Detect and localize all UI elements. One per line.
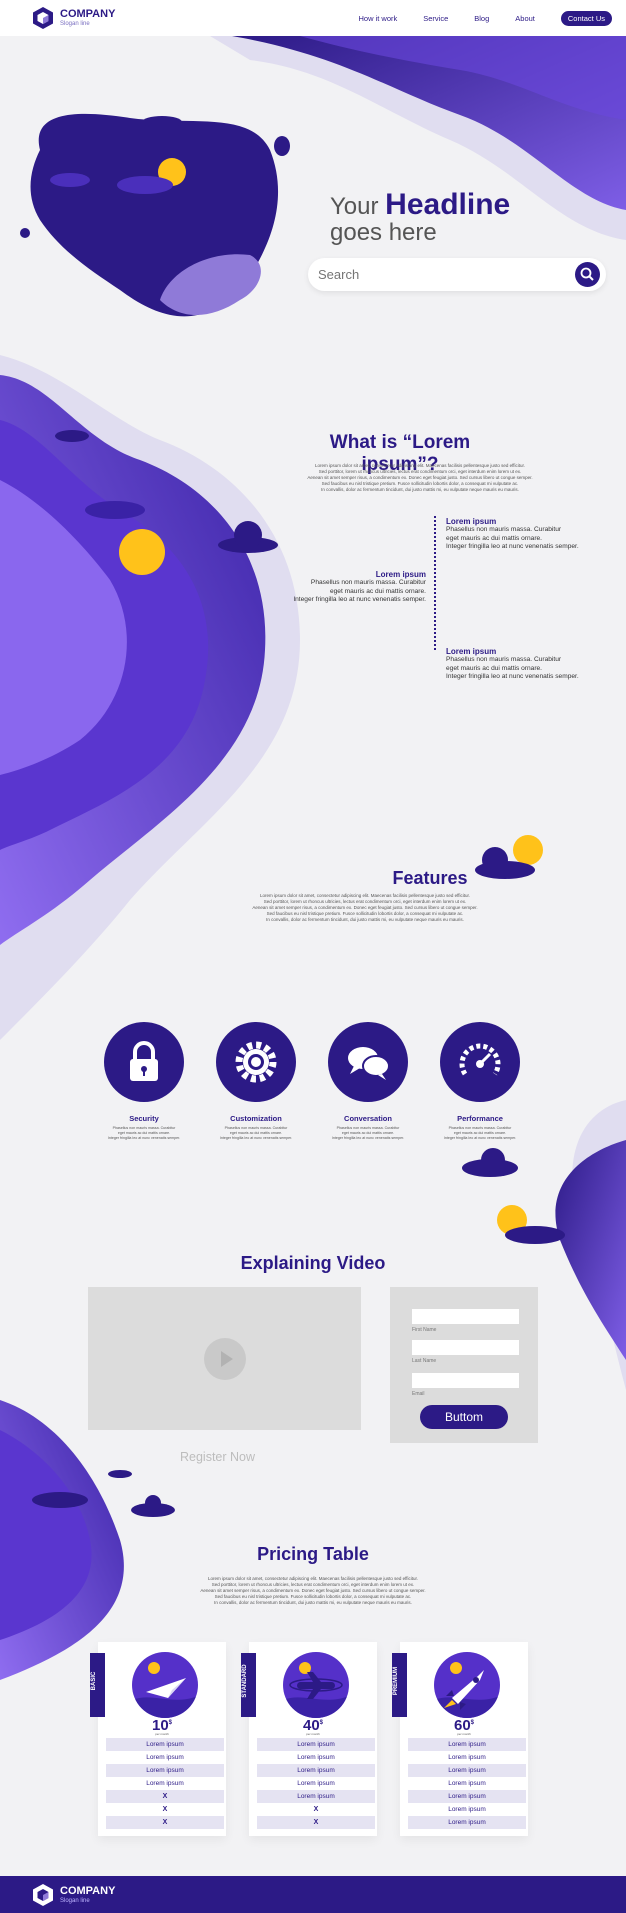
- plan-illustration: [434, 1652, 500, 1718]
- feature-conversation[interactable]: Conversation Phasellus non mauris massa.…: [313, 1022, 423, 1140]
- timeline-item: Lorem ipsum Phasellus non mauris massa. …: [446, 517, 579, 550]
- timeline-line: [434, 516, 436, 650]
- features-title: Features: [392, 868, 468, 888]
- about-paragraph: Lorem ipsum dolor sit amet, consectetur …: [307, 463, 533, 492]
- plan-illustration: [283, 1652, 349, 1718]
- pricing-card-basic[interactable]: BASIC 10$ per month Lorem ipsum Lorem ip…: [90, 1642, 226, 1836]
- plan-feature-row: Lorem ipsum: [146, 1754, 184, 1761]
- last-name-input[interactable]: [412, 1340, 519, 1355]
- hero-headline: Your Headline goes here: [330, 190, 510, 245]
- company-name: COMPANY: [60, 8, 116, 20]
- plan-feature-row: Lorem ipsum: [297, 1754, 335, 1761]
- search-button[interactable]: [575, 262, 600, 287]
- plan-feature-row: Lorem ipsum: [146, 1780, 184, 1787]
- footer-logo[interactable]: COMPANY Slogan line: [32, 1883, 115, 1907]
- main-nav: How it work Service Blog About Contact U…: [358, 11, 612, 26]
- nav-service[interactable]: Service: [423, 14, 448, 23]
- plan-feature-row: Lorem ipsum: [408, 1764, 526, 1777]
- email-input[interactable]: [412, 1373, 519, 1388]
- rocket-icon: [434, 1662, 500, 1718]
- footer: COMPANY Slogan line: [0, 1876, 626, 1913]
- email-label: Email: [412, 1391, 425, 1397]
- features-paragraph: Lorem ipsum dolor sit amet, consectetur …: [252, 893, 478, 922]
- plan-feature-row: Lorem ipsum: [448, 1780, 486, 1787]
- footer-slogan: Slogan line: [60, 1898, 90, 1904]
- plan-feature-row: X: [313, 1806, 319, 1813]
- feature-customization[interactable]: Customization Phasellus non mauris massa…: [201, 1022, 311, 1140]
- register-form: First Name Last Name Email Buttom: [390, 1287, 538, 1443]
- contact-us-button[interactable]: Contact Us: [560, 11, 612, 26]
- lock-icon: [130, 1041, 158, 1081]
- plan-feature-row: X: [106, 1790, 224, 1803]
- headline-pre: Your: [330, 193, 379, 220]
- plan-feature-row: Lorem ipsum: [448, 1754, 486, 1761]
- play-button[interactable]: [204, 1338, 246, 1380]
- nav-how-it-work[interactable]: How it work: [358, 14, 397, 23]
- pricing-card-standard[interactable]: STANDARD 40$ per month Lorem ipsum Lorem…: [241, 1642, 377, 1836]
- plan-feature-row: Lorem ipsum: [297, 1780, 335, 1787]
- company-logo[interactable]: COMPANY Slogan line: [32, 6, 115, 30]
- plan-feature-row: X: [106, 1816, 224, 1829]
- speedometer-icon: [459, 1043, 501, 1076]
- register-now-link[interactable]: Register Now: [180, 1450, 255, 1464]
- video-player[interactable]: [88, 1287, 361, 1430]
- plan-feature-row: Lorem ipsum: [257, 1738, 375, 1751]
- pricing-paragraph: Lorem ipsum dolor sit amet, consectetur …: [200, 1576, 426, 1605]
- top-header: COMPANY Slogan line How it work Service …: [0, 0, 626, 36]
- plan-feature-row: Lorem ipsum: [408, 1816, 526, 1829]
- pricing-card-premium[interactable]: PREMIUM 60$ per month Lorem ipsum Lorem …: [392, 1642, 528, 1836]
- plan-feature-row: X: [257, 1816, 375, 1829]
- cube-logo-icon: [33, 1884, 53, 1906]
- search-icon: [580, 267, 594, 281]
- plan-feature-row: Lorem ipsum: [448, 1806, 486, 1813]
- video-title: Explaining Video: [240, 1253, 386, 1273]
- nav-blog[interactable]: Blog: [474, 14, 489, 23]
- play-icon: [221, 1351, 233, 1367]
- timeline-item: Lorem ipsum Phasellus non mauris massa. …: [293, 570, 426, 603]
- nav-about[interactable]: About: [515, 14, 535, 23]
- plan-feature-row: Lorem ipsum: [106, 1764, 224, 1777]
- plan-feature-row: Lorem ipsum: [257, 1790, 375, 1803]
- pricing-title: Pricing Table: [257, 1544, 369, 1564]
- form-submit-button[interactable]: Buttom: [420, 1405, 508, 1429]
- cube-logo-icon: [33, 7, 53, 29]
- feature-performance[interactable]: Performance Phasellus non mauris massa. …: [425, 1022, 535, 1140]
- airplane-icon: [283, 1662, 349, 1718]
- feature-security[interactable]: Security Phasellus non mauris massa. Cur…: [89, 1022, 199, 1140]
- headline-bold: Headline: [385, 188, 511, 221]
- chat-bubbles-icon: [348, 1047, 390, 1080]
- last-name-label: Last Name: [412, 1358, 437, 1364]
- plan-ribbon: BASIC: [90, 1653, 105, 1717]
- plan-feature-row: Lorem ipsum: [257, 1764, 375, 1777]
- plan-ribbon: STANDARD: [241, 1653, 256, 1717]
- search-input[interactable]: [318, 264, 558, 284]
- first-name-label: First Name: [412, 1327, 437, 1333]
- plan-illustration: [132, 1652, 198, 1718]
- plan-feature-row: Lorem ipsum: [106, 1738, 224, 1751]
- timeline-item: Lorem ipsum Phasellus non mauris massa. …: [446, 647, 579, 680]
- footer-company-name: COMPANY: [60, 1885, 116, 1897]
- plan-ribbon: PREMIUM: [392, 1653, 407, 1717]
- plan-feature-row: X: [162, 1806, 168, 1813]
- company-slogan: Slogan line: [60, 21, 90, 27]
- plan-feature-row: Lorem ipsum: [408, 1738, 526, 1751]
- search-bar: [308, 258, 606, 291]
- gear-icon: [235, 1041, 277, 1083]
- first-name-input[interactable]: [412, 1309, 519, 1324]
- paper-plane-icon: [132, 1662, 198, 1718]
- headline-post: goes here: [330, 219, 437, 246]
- plan-feature-row: Lorem ipsum: [408, 1790, 526, 1803]
